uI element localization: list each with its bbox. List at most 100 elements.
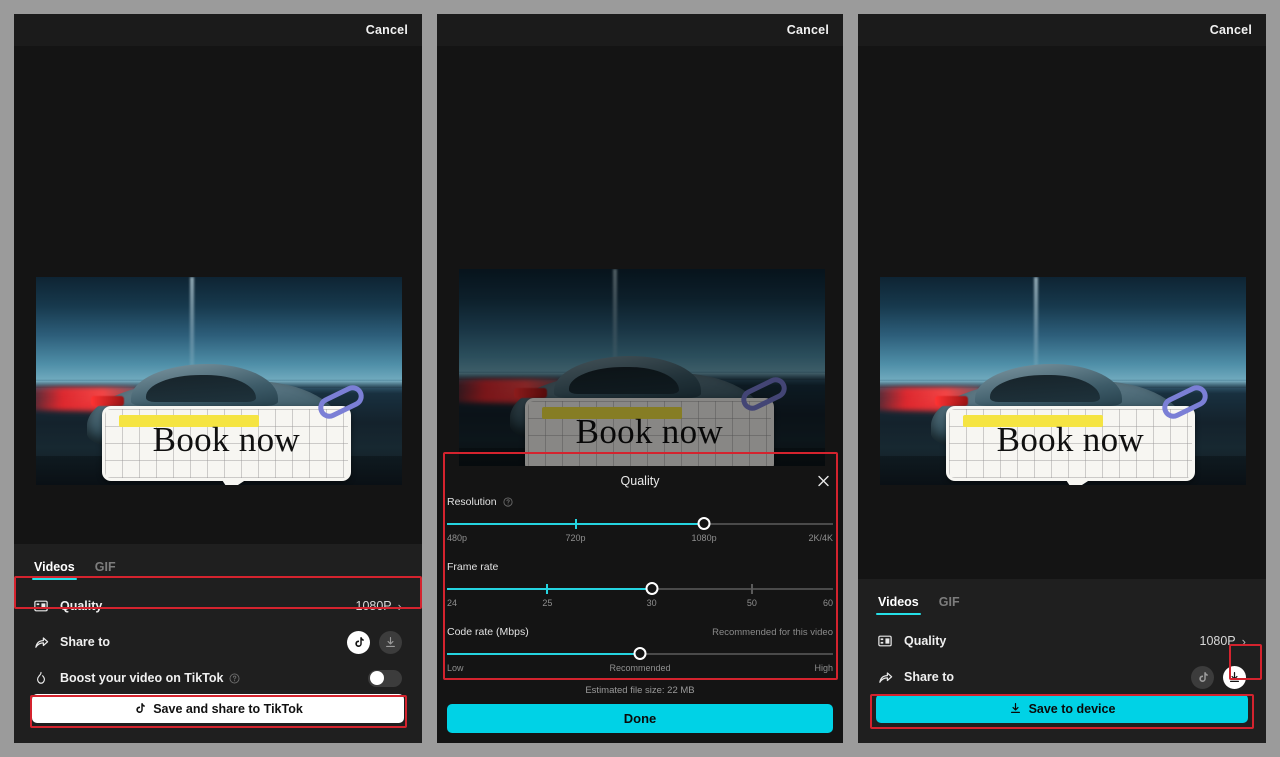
slider-resolution: Resolution 480p 720p 1080p 2K/4K xyxy=(437,496,843,547)
cancel-button[interactable]: Cancel xyxy=(1210,23,1252,37)
tick-label-480p: 480p xyxy=(447,533,468,543)
film-frame-icon xyxy=(34,599,56,613)
export-panel-middle: Cancel Book now Quality Resolution 480p … xyxy=(437,14,843,743)
option-rows-left: Quality 1080P › Share to Boost your vide… xyxy=(14,588,422,696)
video-preview-area-middle: Book now xyxy=(437,46,843,477)
video-preview-area-left: Book now xyxy=(14,46,422,544)
slider-frame-rate-header: Frame rate xyxy=(447,561,833,573)
help-icon[interactable] xyxy=(503,497,513,507)
video-preview-area-right: Book now xyxy=(858,46,1266,579)
slider-resolution-header: Resolution xyxy=(447,496,833,508)
tick-label-recommended: Recommended xyxy=(609,663,671,673)
slider-tick-720p xyxy=(574,519,577,529)
row-share-label: Share to xyxy=(60,635,111,649)
tab-videos[interactable]: Videos xyxy=(32,560,77,580)
help-icon[interactable] xyxy=(229,673,240,684)
row-quality-label: Quality xyxy=(904,634,947,648)
tick-label-low: Low xyxy=(447,663,464,673)
slider-track-fill xyxy=(447,588,652,590)
slider-code-rate-label: Code rate (Mbps) xyxy=(447,626,529,638)
download-icon xyxy=(1009,702,1022,715)
save-to-device-label: Save to device xyxy=(1028,701,1116,716)
thumbnail-taillight xyxy=(934,395,968,406)
chevron-right-icon: › xyxy=(397,598,402,614)
slider-frame-rate-labels: 24 25 30 50 60 xyxy=(447,598,833,612)
row-share-label: Share to xyxy=(904,670,955,684)
slider-code-rate-track[interactable] xyxy=(447,647,833,661)
tiktok-icon[interactable] xyxy=(347,630,370,654)
row-boost[interactable]: Boost your video on TikTok xyxy=(18,660,418,696)
slider-code-rate-labels: Low Recommended High xyxy=(447,663,833,677)
slider-tick-25 xyxy=(546,584,549,594)
sticker-text: Book now xyxy=(996,420,1144,460)
slider-frame-rate-thumb[interactable] xyxy=(645,582,659,595)
row-boost-label: Boost your video on TikTok xyxy=(60,671,224,685)
share-arrow-icon xyxy=(34,635,56,650)
row-quality-value: 1080P xyxy=(1199,634,1236,648)
thumbnail-taillight xyxy=(90,395,124,406)
slider-code-rate-hint: Recommended for this video xyxy=(712,626,833,638)
boost-toggle[interactable] xyxy=(368,669,402,687)
row-share-to[interactable]: Share to xyxy=(18,624,418,660)
book-now-sticker: Book now xyxy=(945,381,1195,485)
book-now-sticker: Book now xyxy=(101,381,351,485)
slider-resolution-labels: 480p 720p 1080p 2K/4K xyxy=(447,533,833,547)
tick-label-25: 25 xyxy=(542,598,553,608)
sticker-text: Book now xyxy=(152,420,300,460)
done-button[interactable]: Done xyxy=(447,704,833,733)
save-and-share-button[interactable]: Save and share to TikTok xyxy=(32,694,404,723)
download-icon[interactable] xyxy=(1223,665,1246,689)
slider-resolution-thumb[interactable] xyxy=(697,517,711,530)
export-panel-right: Cancel Book now Videos GIF Quality 1080P… xyxy=(858,14,1266,743)
row-quality[interactable]: Quality 1080P › xyxy=(862,623,1262,659)
format-tabs-right: Videos GIF xyxy=(858,579,1266,615)
format-tabs-left: Videos GIF xyxy=(14,544,422,580)
download-icon[interactable] xyxy=(379,630,402,654)
tick-label-60: 60 xyxy=(822,598,833,608)
close-icon[interactable] xyxy=(816,474,831,489)
cancel-button[interactable]: Cancel xyxy=(787,23,829,37)
slider-resolution-label: Resolution xyxy=(447,496,497,508)
cancel-button[interactable]: Cancel xyxy=(366,23,408,37)
row-quality[interactable]: Quality 1080P › xyxy=(18,588,418,624)
tab-gif[interactable]: GIF xyxy=(939,595,960,615)
tiktok-icon[interactable] xyxy=(1191,665,1214,689)
slider-tick-50 xyxy=(750,584,753,594)
export-panel-left: Cancel Book now Videos GIF Quality 1080P… xyxy=(14,14,422,743)
tiktok-note-icon xyxy=(133,702,146,715)
screenshot-stage: Cancel Book now Videos GIF Quality 1080P… xyxy=(0,0,1280,757)
film-frame-icon xyxy=(878,634,900,648)
video-thumbnail[interactable]: Book now xyxy=(880,277,1246,485)
video-thumbnail[interactable]: Book now xyxy=(36,277,402,485)
flame-icon xyxy=(34,671,56,685)
toggle-knob xyxy=(369,671,384,685)
tick-label-50: 50 xyxy=(746,598,757,608)
slider-code-rate: Code rate (Mbps) Recommended for this vi… xyxy=(437,626,843,677)
save-to-device-button[interactable]: Save to device xyxy=(876,694,1248,723)
slider-code-rate-header: Code rate (Mbps) Recommended for this vi… xyxy=(447,626,833,638)
row-quality-value: 1080P xyxy=(355,599,392,613)
slider-code-rate-thumb[interactable] xyxy=(633,647,647,660)
tab-gif[interactable]: GIF xyxy=(95,560,116,580)
video-thumbnail[interactable]: Book now xyxy=(459,269,825,477)
estimated-file-size: Estimated file size: 22 MB xyxy=(585,685,695,696)
tick-label-1080p: 1080p xyxy=(691,533,717,543)
tab-videos[interactable]: Videos xyxy=(876,595,921,615)
export-options-sheet-left: Videos GIF Quality 1080P › Share to Boos… xyxy=(14,544,422,743)
quality-dialog-header: Quality xyxy=(437,466,843,496)
quality-dialog-title: Quality xyxy=(620,474,660,488)
row-share-to[interactable]: Share to xyxy=(862,659,1262,695)
done-button-label: Done xyxy=(623,711,657,726)
tick-label-high: High xyxy=(814,663,833,673)
export-options-sheet-right: Videos GIF Quality 1080P › Share to Save… xyxy=(858,579,1266,743)
panel-header-left: Cancel xyxy=(14,14,422,46)
slider-frame-rate: Frame rate 24 25 30 50 60 xyxy=(437,561,843,612)
panel-header-middle: Cancel xyxy=(437,14,843,46)
slider-frame-rate-track[interactable] xyxy=(447,582,833,596)
tick-label-720p: 720p xyxy=(565,533,586,543)
dialog-scrim xyxy=(459,269,825,477)
chevron-right-icon: › xyxy=(1241,633,1246,649)
slider-track-fill xyxy=(447,653,640,655)
quality-dialog: Quality Resolution 480p 720p 1080p 2K/4K… xyxy=(437,466,843,743)
slider-resolution-track[interactable] xyxy=(447,517,833,531)
